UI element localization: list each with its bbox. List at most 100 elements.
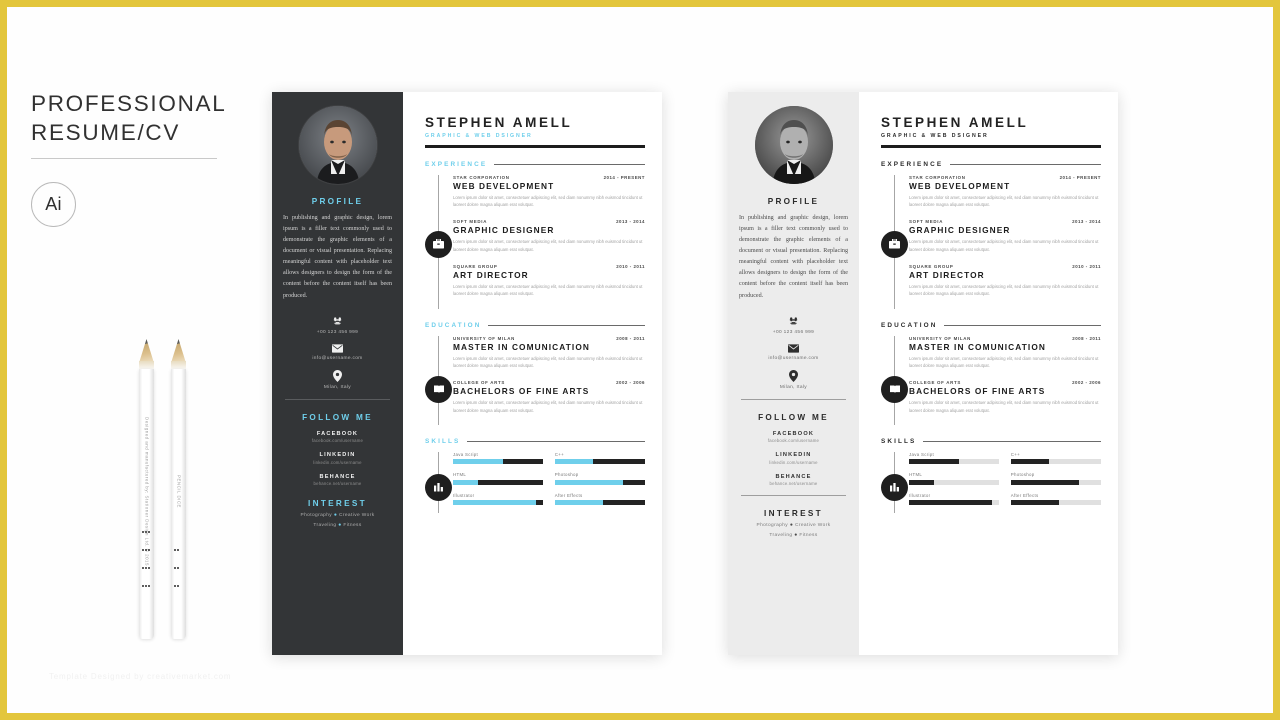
entry-top: STAR CORPORATION 2014 - PRESENT	[453, 175, 645, 180]
entry-description: Lorem ipsum dolor sit amet, consectetuer…	[909, 400, 1099, 413]
social-url: linkedin.com/username	[313, 459, 362, 465]
social-name: LINKEDIN	[775, 452, 812, 459]
sidebar-divider-lower	[741, 495, 846, 497]
timeline	[881, 174, 909, 309]
follow-me-title: FOLLOW ME	[758, 412, 829, 422]
interest-title: INTEREST	[308, 499, 367, 509]
education-entry: COLLEGE OF ARTS 2002 - 2006 BACHELORS OF…	[909, 380, 1101, 414]
entry-org: UNIVERSITY OF MILAN	[453, 335, 516, 341]
social-item-behance[interactable]: BEHANCE behance.net/username	[281, 474, 394, 487]
entry-date: 2002 - 2006	[1072, 380, 1101, 386]
entry-position: BACHELORS OF FINE ARTS	[453, 386, 590, 397]
contact-value-location[interactable]: Milan, Italy	[281, 385, 394, 390]
skill-fill	[1010, 500, 1059, 506]
pencil-dot-pattern	[174, 539, 184, 593]
contact-value-phone[interactable]: +00 123 456 999	[737, 330, 850, 335]
skill-grid: Java Script C++ HTML Photoshop Illustrat…	[453, 452, 645, 514]
candidate-role: GRAPHIC & WEB DSIGNER	[425, 133, 533, 139]
contact-value-email[interactable]: info@username.com	[737, 356, 850, 361]
interest-item: Fitness	[799, 533, 818, 539]
section-body: UNIVERSITY OF MILAN 2008 - 2011 MASTER I…	[425, 335, 645, 425]
entry-position: ART DIRECTOR	[909, 269, 985, 280]
social-url: behance.net/username	[313, 481, 362, 487]
skill-track	[909, 500, 1000, 506]
title-line-2: RESUME/CV	[31, 119, 181, 145]
entry-description: Lorem ipsum dolor sit amet, consectetuer…	[453, 283, 643, 297]
skill-track	[453, 500, 544, 506]
interest-item: Traveling	[313, 523, 337, 529]
contact-value-email[interactable]: info@username.com	[281, 356, 394, 361]
presentation-canvas: PROFESSIONAL RESUME/CV Ai Template Desig…	[7, 7, 1273, 713]
section-rule	[923, 440, 1101, 442]
resume-card-shadow-dark	[272, 655, 662, 677]
experience-entry: SQUARE GROUP 2010 - 2011 ART DIRECTOR Lo…	[453, 264, 645, 298]
entry-position: WEB DEVELOPMENT	[909, 180, 1011, 191]
entry-date: 2010 - 2011	[1072, 263, 1101, 269]
sidebar-divider	[741, 398, 846, 400]
contact-row-phone: +00 123 456 999	[281, 316, 394, 335]
skill-fill	[554, 459, 593, 465]
title-line-1: PROFESSIONAL	[31, 91, 227, 116]
section-body: STAR CORPORATION 2014 - PRESENT WEB DEVE…	[425, 174, 645, 309]
timeline	[425, 451, 453, 514]
page-title: PROFESSIONAL RESUME/CV	[31, 90, 251, 160]
resume-preview-dark[interactable]: PROFILE In publishing and graphic design…	[272, 92, 662, 655]
profile-title: PROFILE	[767, 197, 820, 206]
entry-description: Lorem ipsum dolor sit amet, consectetuer…	[909, 194, 1099, 207]
skill-name: Java Script	[909, 451, 935, 457]
entry-top: UNIVERSITY OF MILAN 2008 - 2011	[453, 336, 645, 341]
entry-description: Lorem ipsum dolor sit amet, consectetuer…	[453, 355, 643, 368]
social-item-linkedin[interactable]: LINKEDIN linkedin.com/username	[737, 452, 850, 465]
skill-item: Java Script	[453, 452, 544, 465]
resume-main-panel: STEPHEN AMELL GRAPHIC & WEB DSIGNER EXPE…	[859, 92, 1118, 655]
entry-date: 2013 - 2014	[1072, 219, 1101, 225]
section-body: UNIVERSITY OF MILAN 2008 - 2011 MASTER I…	[881, 335, 1101, 425]
contact-value-phone[interactable]: +00 123 456 999	[281, 330, 394, 335]
entry-org: COLLEGE OF ARTS	[453, 380, 506, 386]
section-body: STAR CORPORATION 2014 - PRESENT WEB DEVE…	[881, 174, 1101, 309]
education-entry: UNIVERSITY OF MILAN 2008 - 2011 MASTER I…	[909, 336, 1101, 370]
entry-date: 2013 - 2014	[616, 219, 645, 225]
social-item-facebook[interactable]: FACEBOOK facebook.com/username	[281, 431, 394, 444]
social-item-behance[interactable]: BEHANCE behance.net/username	[737, 474, 850, 487]
briefcase-icon	[433, 239, 444, 249]
briefcase-icon	[889, 239, 900, 249]
entry-top: UNIVERSITY OF MILAN 2008 - 2011	[909, 336, 1101, 341]
social-item-facebook[interactable]: FACEBOOK facebook.com/username	[737, 431, 850, 444]
skill-item: Java Script	[909, 451, 1000, 465]
section-rule	[467, 440, 645, 442]
entry-description: Lorem ipsum dolor sit amet, consectetuer…	[453, 194, 643, 207]
entry-org: STAR CORPORATION	[909, 174, 966, 180]
timeline-bullet	[425, 473, 452, 501]
skill-track	[909, 459, 1000, 465]
skill-name: Illustrator	[453, 492, 475, 498]
entry-list: STAR CORPORATION 2014 - PRESENT WEB DEVE…	[453, 175, 645, 309]
social-item-linkedin[interactable]: LINKEDIN linkedin.com/username	[281, 452, 394, 465]
contact-value-location[interactable]: Milan, Italy	[737, 385, 850, 390]
section-skills: SKILLS Java Script C++ HTML Photoshop Il…	[881, 438, 1101, 514]
interest-title: INTEREST	[764, 509, 823, 519]
header-divider	[881, 145, 1101, 148]
social-url: behance.net/username	[769, 481, 818, 487]
timeline	[881, 335, 909, 425]
pencil-body: PENCIL DICE	[171, 369, 186, 639]
phone-icon	[333, 316, 342, 325]
interest-item: Traveling	[769, 533, 793, 539]
section-header: EXPERIENCE	[881, 161, 1101, 168]
skill-fill	[453, 479, 479, 485]
skill-name: C++	[554, 451, 564, 457]
entry-position: GRAPHIC DESIGNER	[909, 225, 1011, 236]
timeline	[425, 174, 453, 309]
section-label: EDUCATION	[425, 321, 482, 329]
avatar	[754, 106, 833, 184]
entry-position: ART DIRECTOR	[453, 269, 529, 280]
envelope-icon	[788, 344, 799, 353]
interest-item: Photography	[756, 523, 789, 529]
resume-preview-light[interactable]: PROFILE In publishing and graphic design…	[728, 92, 1118, 655]
skill-item: C++	[1010, 452, 1101, 465]
entry-top: SOFT MEDIA 2013 - 2014	[453, 219, 645, 224]
candidate-name: STEPHEN AMELL	[425, 115, 573, 130]
resume-sidebar: PROFILE In publishing and graphic design…	[272, 92, 403, 655]
interest-row: Photography ● Creative Work	[281, 512, 394, 518]
entry-top: SQUARE GROUP 2010 - 2011	[909, 264, 1101, 269]
